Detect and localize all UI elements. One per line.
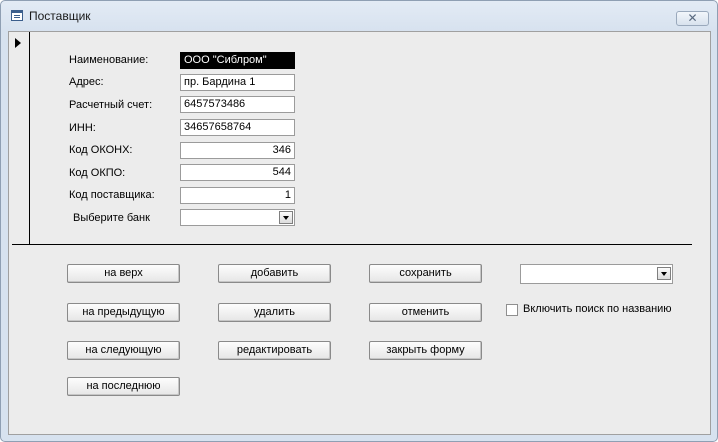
cancel-button[interactable]: отменить xyxy=(369,303,482,322)
address-label: Адрес: xyxy=(69,76,104,88)
chevron-down-icon[interactable] xyxy=(279,211,293,224)
current-record-arrow-icon xyxy=(15,38,21,48)
add-button[interactable]: добавить xyxy=(218,264,331,283)
okpo-label: Код ОКПО: xyxy=(69,167,126,179)
account-label: Расчетный счет: xyxy=(69,99,153,111)
title-bar[interactable]: Поставщик ✕ xyxy=(1,1,717,29)
close-icon: ✕ xyxy=(687,11,698,25)
inn-field[interactable]: 34657658764 xyxy=(180,119,295,136)
okpo-field[interactable]: 544 xyxy=(180,164,295,181)
search-select[interactable] xyxy=(520,264,673,284)
edit-button[interactable]: редактировать xyxy=(218,341,331,360)
supplier-code-label: Код поставщика: xyxy=(69,189,155,201)
next-record-button[interactable]: на следующую xyxy=(67,341,180,360)
name-label: Наименование: xyxy=(69,54,149,66)
chevron-down-icon[interactable] xyxy=(657,267,671,280)
window-title: Поставщик xyxy=(29,9,91,23)
okonh-field[interactable]: 346 xyxy=(180,142,295,159)
bank-label: Выберите банк xyxy=(73,212,150,224)
record-selector[interactable] xyxy=(9,32,30,245)
close-form-button[interactable]: закрыть форму xyxy=(369,341,482,360)
section-divider xyxy=(12,244,692,245)
form-body: Наименование: Адрес: Расчетный счет: ИНН… xyxy=(8,31,711,435)
inn-label: ИНН: xyxy=(69,122,96,134)
account-field[interactable]: 6457573486 xyxy=(180,96,295,113)
okonh-label: Код ОКОНХ: xyxy=(69,144,133,156)
search-by-name-label[interactable]: Включить поиск по названию xyxy=(523,303,672,315)
save-button[interactable]: сохранить xyxy=(369,264,482,283)
name-field[interactable]: ООО "Сиблром" xyxy=(180,52,295,69)
prev-record-button[interactable]: на предыдущую xyxy=(67,303,180,322)
first-record-button[interactable]: на верх xyxy=(67,264,180,283)
delete-button[interactable]: удалить xyxy=(218,303,331,322)
last-record-button[interactable]: на последнюю xyxy=(67,377,180,396)
bank-select[interactable] xyxy=(180,209,295,226)
search-by-name-checkbox[interactable] xyxy=(506,304,518,316)
form-window: Поставщик ✕ Наименование: Адрес: Расчетн… xyxy=(0,0,718,442)
close-button[interactable]: ✕ xyxy=(676,11,709,26)
supplier-code-field[interactable]: 1 xyxy=(180,187,295,204)
form-icon xyxy=(11,10,23,21)
address-field[interactable]: пр. Бардина 1 xyxy=(180,74,295,91)
